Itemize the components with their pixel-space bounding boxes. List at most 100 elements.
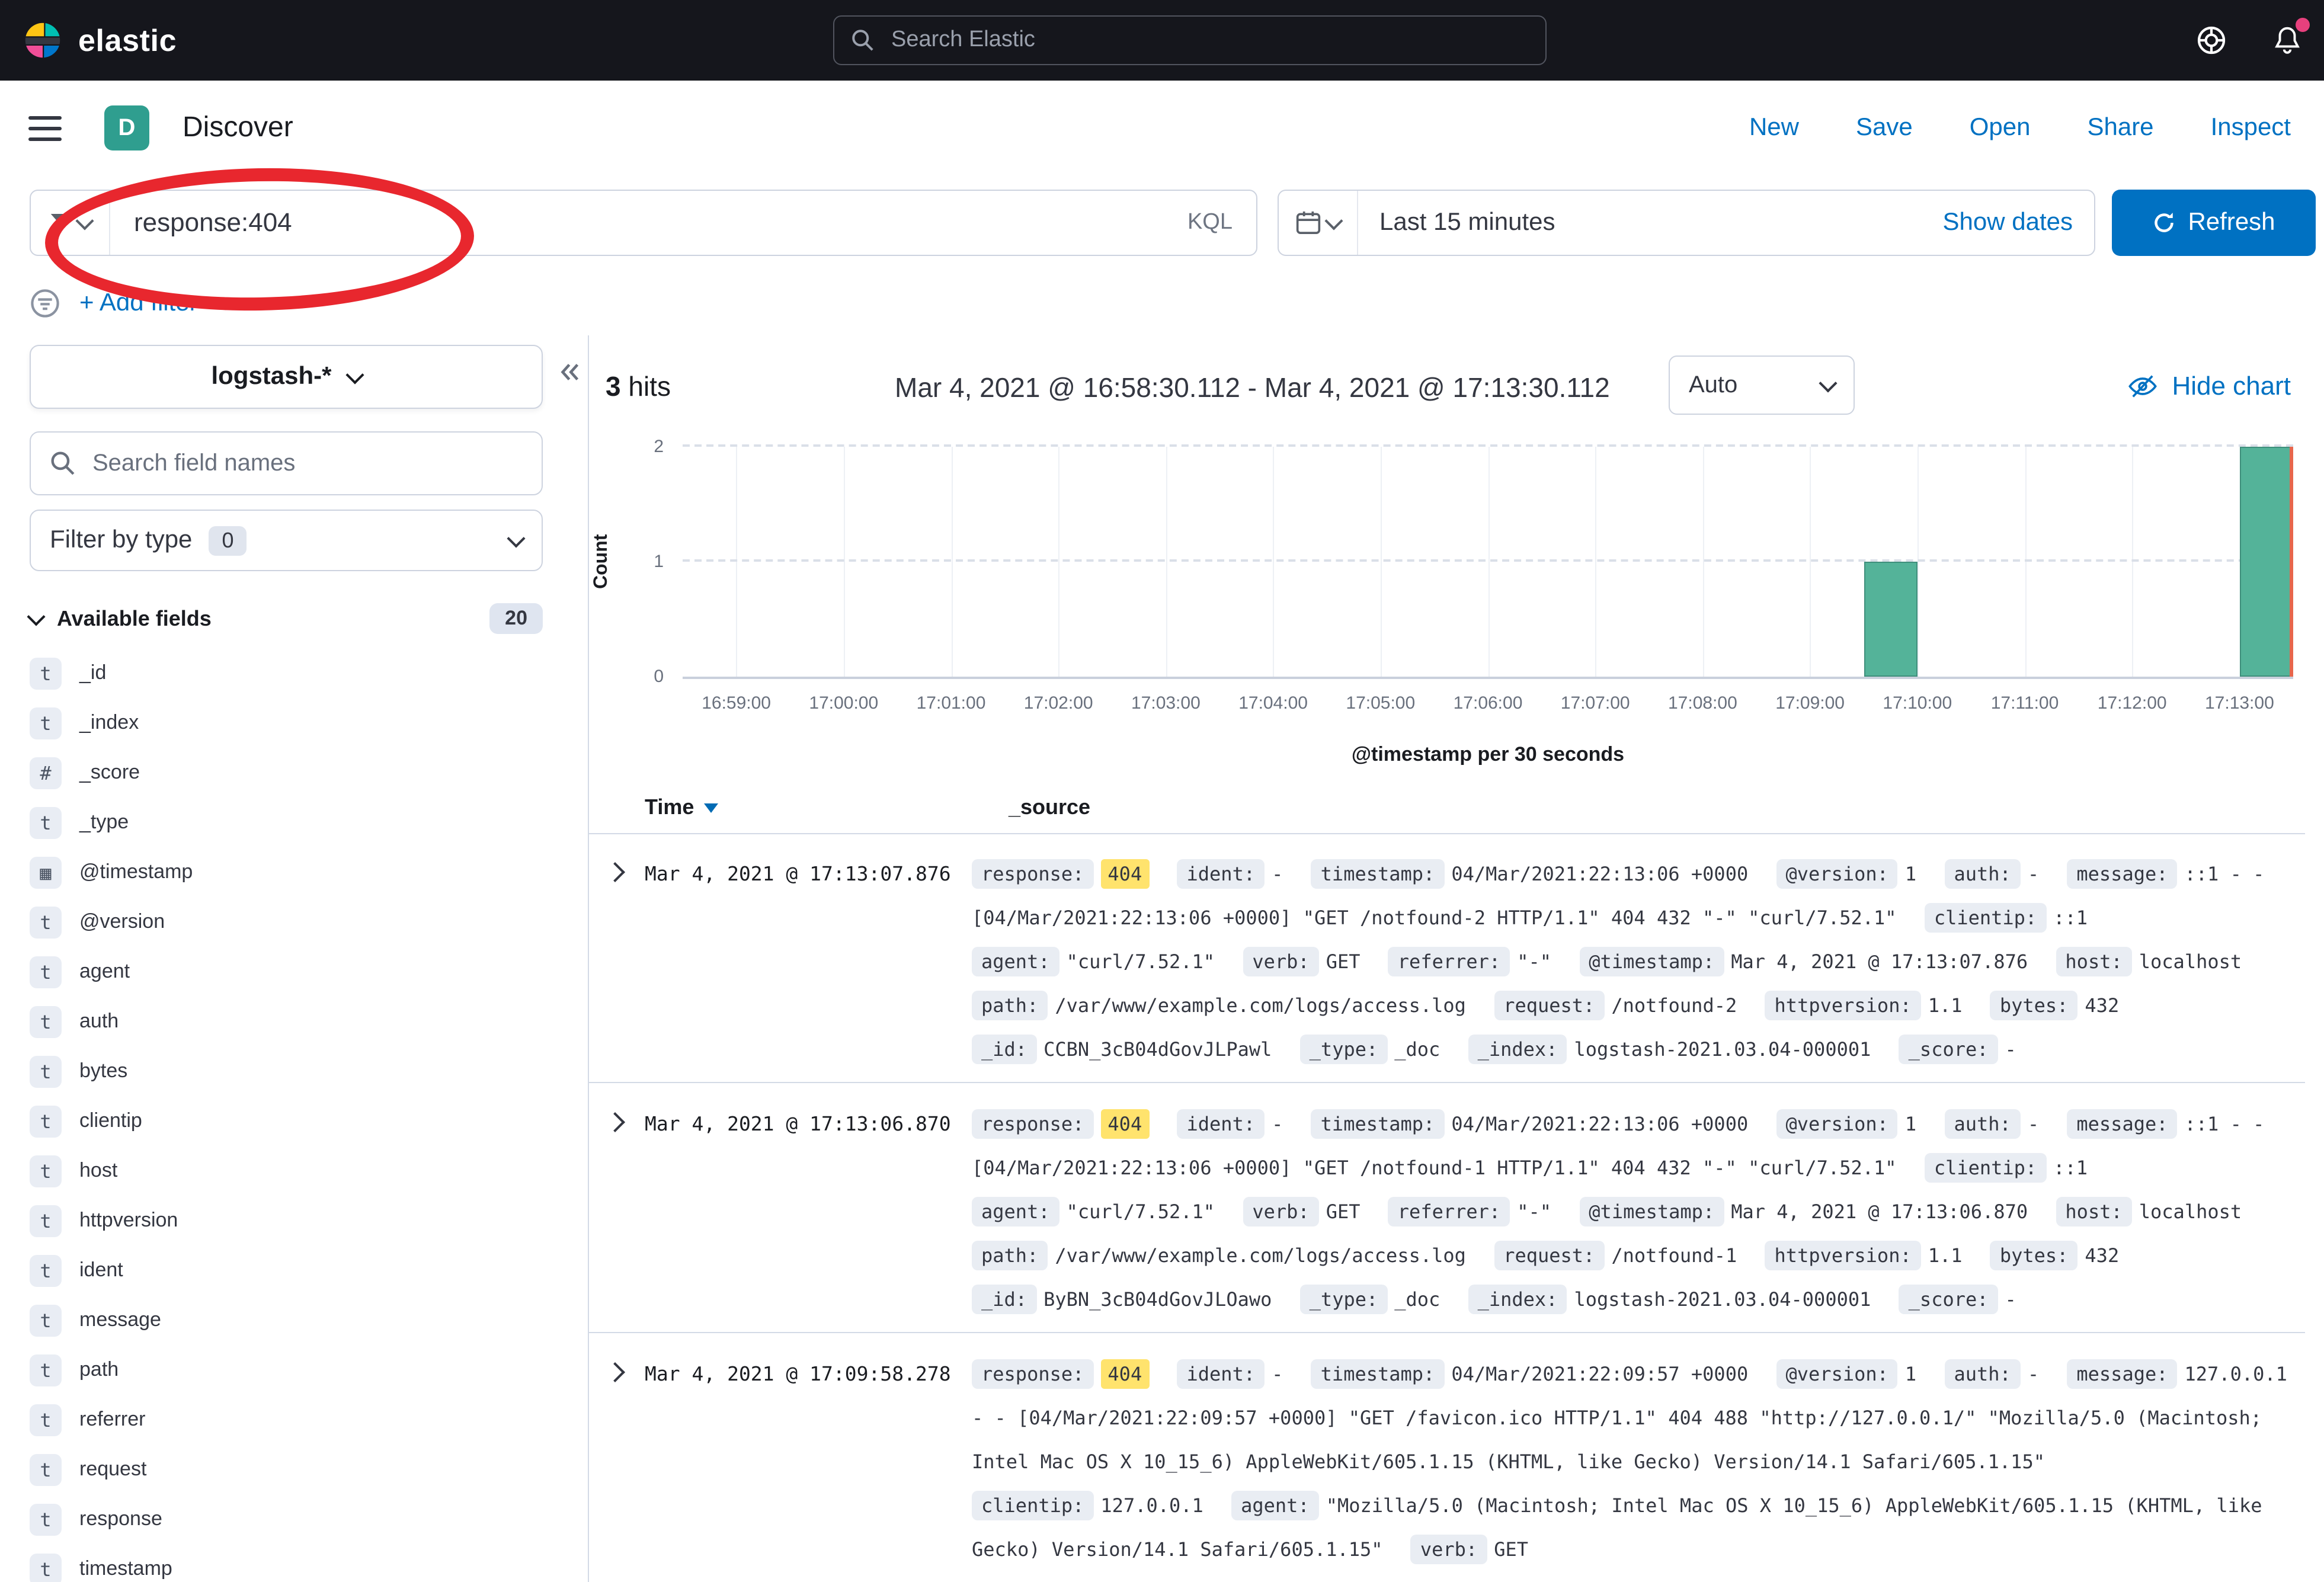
source-field-value: _doc: [1394, 1038, 1440, 1061]
v-gridline: [2132, 447, 2133, 677]
nav-action-share[interactable]: Share: [2087, 114, 2153, 142]
source-field-value: CCBN_3cB04dGovJLPawl: [1043, 1038, 1272, 1061]
chevron-down-icon: [27, 607, 45, 625]
v-gridline: [737, 447, 738, 677]
field-item-request[interactable]: trequest: [30, 1445, 543, 1494]
filter-circle-icon[interactable]: [30, 288, 60, 319]
index-pattern-select[interactable]: logstash-*: [30, 345, 543, 409]
field-item-_index[interactable]: t_index: [30, 698, 543, 748]
source-field-name: _index:: [1468, 1035, 1567, 1064]
source-field-value: /notfound-1: [1611, 1244, 1737, 1267]
query-filter-button[interactable]: [31, 191, 110, 255]
query-input[interactable]: [132, 206, 1187, 239]
field-item-response[interactable]: tresponse: [30, 1494, 543, 1544]
nav-action-inspect[interactable]: Inspect: [2211, 114, 2291, 142]
field-item-httpversion[interactable]: thttpversion: [30, 1196, 543, 1245]
field-item-_type[interactable]: t_type: [30, 798, 543, 847]
query-language-button[interactable]: KQL: [1187, 210, 1233, 236]
field-search-input[interactable]: [90, 449, 523, 478]
global-search-input[interactable]: [889, 26, 1529, 55]
time-range-button[interactable]: Last 15 minutes: [1379, 209, 1555, 237]
field-item-message[interactable]: tmessage: [30, 1295, 543, 1345]
field-name: message: [79, 1308, 161, 1332]
field-name: _index: [79, 711, 139, 735]
filter-by-type-select[interactable]: Filter by type 0: [30, 510, 543, 571]
field-item-clientip[interactable]: tclientip: [30, 1096, 543, 1146]
show-dates-link[interactable]: Show dates: [1943, 209, 2073, 237]
hide-chart-button[interactable]: Hide chart: [2127, 371, 2291, 402]
current-time-marker: [2290, 447, 2293, 677]
field-item-auth[interactable]: tauth: [30, 997, 543, 1046]
histogram-chart: [683, 447, 2293, 679]
source-field-value: -: [2005, 1038, 2016, 1061]
histogram-bar[interactable]: [1864, 562, 1918, 677]
available-fields-label: Available fields: [57, 606, 212, 631]
x-tick-label: 17:09:00: [1775, 693, 1845, 713]
table-row: Mar 4, 2021 @ 17:13:07.876response:404 i…: [589, 833, 2305, 1083]
nav-action-open[interactable]: Open: [1970, 114, 2031, 142]
histogram-bar[interactable]: [2239, 447, 2293, 677]
expand-row-icon[interactable]: [608, 852, 645, 885]
time-column-header[interactable]: Time: [645, 795, 718, 820]
notifications-bell-icon[interactable]: [2269, 23, 2305, 58]
field-name: clientip: [79, 1109, 142, 1133]
field-item-bytes[interactable]: tbytes: [30, 1046, 543, 1096]
source-field-name: @timestamp:: [1579, 947, 1724, 976]
source-field-name: agent:: [972, 947, 1059, 976]
expand-row-icon[interactable]: [608, 1352, 645, 1385]
chevron-down-icon: [507, 529, 525, 547]
field-name: response: [79, 1507, 162, 1531]
field-item-referrer[interactable]: treferrer: [30, 1395, 543, 1445]
chevron-down-icon: [75, 211, 94, 229]
collapse-sidebar-icon[interactable]: [557, 359, 583, 391]
field-item-@timestamp[interactable]: ▦@timestamp: [30, 847, 543, 897]
field-item-_score[interactable]: #_score: [30, 748, 543, 798]
help-icon[interactable]: [2194, 23, 2229, 58]
discover-app-badge[interactable]: D: [104, 105, 149, 150]
y-tick-label: 2: [654, 437, 664, 457]
field-name: agent: [79, 960, 130, 984]
field-item-agent[interactable]: tagent: [30, 947, 543, 997]
field-name: request: [79, 1458, 146, 1481]
v-gridline: [844, 447, 845, 677]
source-field-name: verb:: [1411, 1535, 1487, 1564]
expand-row-icon[interactable]: [608, 1102, 645, 1135]
elastic-brand[interactable]: elastic: [0, 19, 177, 62]
v-gridline: [1273, 447, 1275, 677]
nav-action-new[interactable]: New: [1749, 114, 1799, 142]
source-field-value: 1.1: [1928, 994, 1963, 1017]
table-row: Mar 4, 2021 @ 17:09:58.278response:404 i…: [589, 1333, 2305, 1582]
nav-action-save[interactable]: Save: [1856, 114, 1913, 142]
interval-select[interactable]: Auto: [1669, 356, 1855, 415]
global-search[interactable]: [833, 15, 1547, 65]
field-item-_id[interactable]: t_id: [30, 648, 543, 698]
source-field-name: host:: [2056, 947, 2131, 976]
x-tick-label: 17:10:00: [1883, 693, 1952, 713]
x-tick-label: 17:13:00: [2205, 693, 2274, 713]
source-field-name: message:: [2067, 859, 2177, 889]
source-column-header: _source: [1009, 795, 1090, 820]
field-item-ident[interactable]: tident: [30, 1245, 543, 1295]
v-gridline: [1058, 447, 1059, 677]
chevron-down-icon: [345, 365, 364, 383]
field-item-@version[interactable]: t@version: [30, 897, 543, 947]
field-item-host[interactable]: thost: [30, 1146, 543, 1196]
y-tick-label: 1: [654, 552, 664, 572]
available-fields-header[interactable]: Available fields 20: [30, 603, 543, 634]
source-field-name: ident:: [1177, 1359, 1265, 1389]
source-field-value: 404: [1100, 1109, 1149, 1139]
doc-timestamp: Mar 4, 2021 @ 17:09:58.278: [645, 1352, 972, 1396]
field-item-timestamp[interactable]: ttimestamp: [30, 1544, 543, 1582]
field-item-path[interactable]: tpath: [30, 1345, 543, 1395]
field-type-text-icon: t: [30, 806, 62, 838]
add-filter-link[interactable]: + Add filter: [79, 289, 198, 318]
v-gridline: [1810, 447, 1811, 677]
x-axis-title: @timestamp per 30 seconds: [683, 743, 2293, 767]
hide-chart-label: Hide chart: [2172, 371, 2291, 402]
v-gridline: [1381, 447, 1382, 677]
refresh-button[interactable]: Refresh: [2112, 190, 2316, 256]
filter-by-type-label: Filter by type: [50, 526, 192, 555]
calendar-button[interactable]: [1279, 191, 1358, 255]
v-gridline: [1488, 447, 1489, 677]
menu-icon[interactable]: [28, 116, 62, 140]
